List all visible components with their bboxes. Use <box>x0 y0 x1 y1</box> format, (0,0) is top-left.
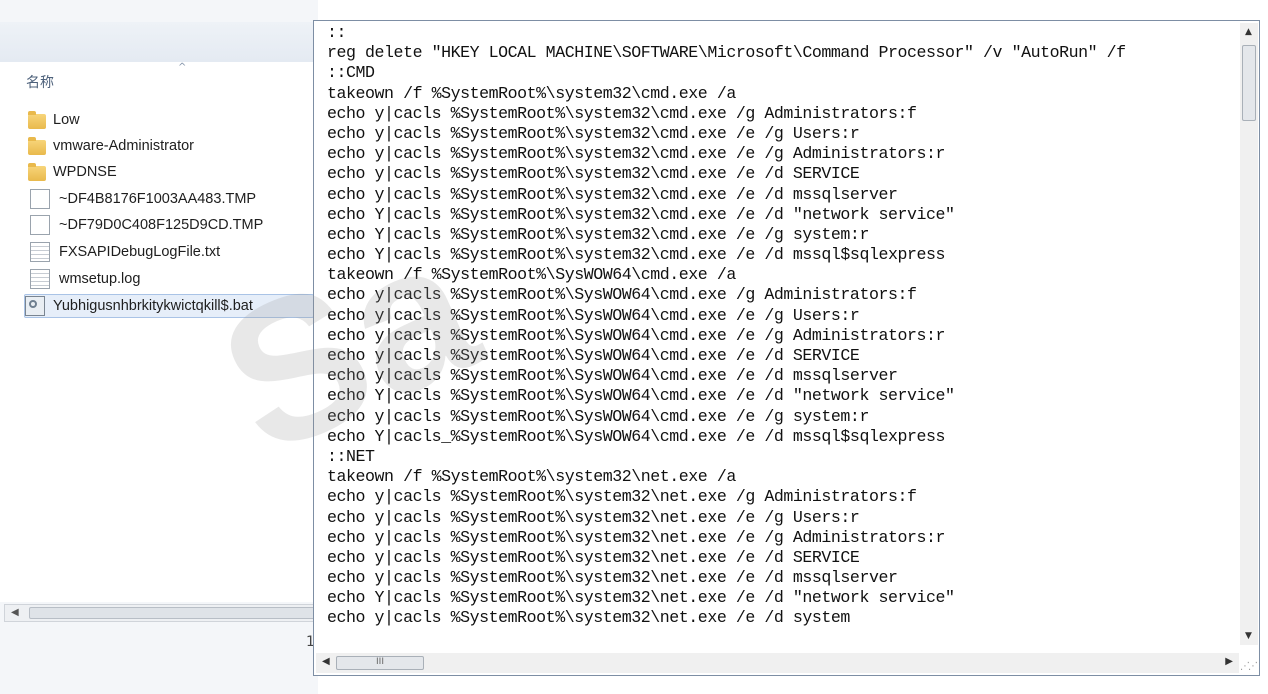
text-line: takeown /f %SystemRoot%\system32\net.exe… <box>327 467 736 487</box>
resize-grip-icon[interactable]: ⋰⋰ <box>1240 661 1258 672</box>
sort-ascending-icon: ^ <box>178 62 187 73</box>
explorer-toolbar <box>0 22 318 63</box>
file-list-item[interactable]: wmsetup.log <box>28 268 308 290</box>
explorer-horizontal-scrollbar[interactable]: ◀ <box>4 604 316 622</box>
file-icon <box>30 189 50 209</box>
text-line: echo y|cacls %SystemRoot%\system32\net.e… <box>327 547 860 567</box>
text-line: :: <box>327 23 347 42</box>
text-line: echo y|cacls %SystemRoot%\system32\net.e… <box>327 608 850 628</box>
text-line: echo y|cacls %SystemRoot%\SysWOW64\cmd.e… <box>327 346 860 365</box>
text-line: echo Y|cacls %SystemRoot%\system32\cmd.e… <box>327 204 955 224</box>
file-name: FXSAPIDebugLogFile.txt <box>59 244 221 260</box>
file-name: wmsetup.log <box>59 271 141 287</box>
vertical-scrollbar[interactable]: ▲ ▼ <box>1240 23 1258 645</box>
explorer-scroll-thumb[interactable] <box>29 607 315 619</box>
folder-icon <box>28 110 46 129</box>
file-list-item[interactable]: vmware-Administrator <box>28 135 308 157</box>
text-file-icon <box>30 242 50 262</box>
horizontal-scrollbar[interactable]: ◀ III ▶ <box>316 653 1239 673</box>
text-line: ::CMD <box>327 63 375 83</box>
file-icon <box>30 215 50 235</box>
vertical-scroll-thumb[interactable] <box>1242 45 1256 121</box>
text-line: echo y|cacls %SystemRoot%\SysWOW64\cmd.e… <box>327 406 869 426</box>
text-line: echo y|cacls %SystemRoot%\system32\net.e… <box>327 487 917 507</box>
scroll-left-arrow-icon[interactable]: ◀ <box>11 605 19 621</box>
column-header-name[interactable]: 名称 <box>26 72 54 92</box>
scroll-up-arrow-icon[interactable]: ▲ <box>1245 27 1252 37</box>
text-line: echo y|cacls %SystemRoot%\system32\cmd.e… <box>327 123 860 143</box>
file-name: ~DF79D0C408F125D9CD.TMP <box>59 217 264 233</box>
folder-icon <box>28 136 46 155</box>
text-line: echo y|cacls %SystemRoot%\SysWOW64\cmd.e… <box>327 325 946 345</box>
text-line: echo Y|cacls %SystemRoot%\system32\cmd.e… <box>327 224 869 244</box>
text-editor-area[interactable]: :: reg delete "HKEY LOCAL MACHINE\SOFTWAR… <box>327 23 1232 641</box>
folder-icon <box>28 162 46 181</box>
file-name: Low <box>53 112 80 128</box>
text-line: reg delete "HKEY LOCAL MACHINE\SOFTWARE\… <box>327 43 1126 63</box>
file-list-item[interactable]: WPDNSE <box>28 161 308 183</box>
file-list-item[interactable]: FXSAPIDebugLogFile.txt <box>28 241 308 263</box>
text-line: echo y|cacls %SystemRoot%\system32\cmd.e… <box>327 144 946 164</box>
scroll-down-arrow-icon[interactable]: ▼ <box>1245 631 1252 641</box>
file-list-item[interactable]: ~DF79D0C408F125D9CD.TMP <box>28 214 308 236</box>
text-line: echo y|cacls %SystemRoot%\system32\cmd.e… <box>327 184 898 204</box>
text-line: echo y|cacls %SystemRoot%\system32\net.e… <box>327 568 898 588</box>
notepad-window: :: reg delete "HKEY LOCAL MACHINE\SOFTWAR… <box>313 20 1260 676</box>
text-line: takeown /f %SystemRoot%\SysWOW64\cmd.exe… <box>327 265 736 285</box>
text-line: echo y|cacls %SystemRoot%\SysWOW64\cmd.e… <box>327 285 917 305</box>
text-line: echo Y|cacls_%SystemRoot%\SysWOW64\cmd.e… <box>327 426 946 446</box>
text-line: echo y|cacls %SystemRoot%\SysWOW64\cmd.e… <box>327 305 860 325</box>
scroll-left-arrow-icon[interactable]: ◀ <box>322 656 330 667</box>
text-line: echo y|cacls %SystemRoot%\system32\cmd.e… <box>327 103 917 123</box>
file-list-item[interactable]: Yubhigusnhbrkitykwictqkill$.bat <box>24 294 314 318</box>
file-name: vmware-Administrator <box>53 138 194 154</box>
text-file-icon <box>30 269 50 289</box>
file-list-item[interactable]: Low <box>28 109 308 131</box>
text-line: echo y|cacls %SystemRoot%\system32\net.e… <box>327 527 946 547</box>
file-explorer-pane: 名称 ^ Low vmware-Administrator WPDNSE ~DF4B8… <box>0 0 318 694</box>
text-line: echo Y|cacls %SystemRoot%\system32\cmd.e… <box>327 245 946 265</box>
file-name: Yubhigusnhbrkitykwictqkill$.bat <box>53 298 253 314</box>
text-line: echo y|cacls %SystemRoot%\system32\cmd.e… <box>327 164 860 184</box>
text-line: echo y|cacls %SystemRoot%\SysWOW64\cmd.e… <box>327 366 898 386</box>
file-list-item[interactable]: ~DF4B8176F1003AA483.TMP <box>28 188 308 210</box>
batch-file-icon <box>25 296 45 316</box>
file-name: WPDNSE <box>53 164 117 180</box>
horizontal-scroll-thumb[interactable]: III <box>336 656 424 670</box>
file-name: ~DF4B8176F1003AA483.TMP <box>59 191 257 207</box>
text-line: takeown /f %SystemRoot%\system32\cmd.exe… <box>327 83 736 103</box>
text-line: ::NET <box>327 446 375 466</box>
scroll-right-arrow-icon[interactable]: ▶ <box>1225 656 1233 667</box>
text-line: echo y|cacls %SystemRoot%\system32\net.e… <box>327 507 860 527</box>
text-line: echo Y|cacls %SystemRoot%\SysWOW64\cmd.e… <box>327 386 955 406</box>
text-line: echo Y|cacls %SystemRoot%\system32\net.e… <box>327 588 955 608</box>
